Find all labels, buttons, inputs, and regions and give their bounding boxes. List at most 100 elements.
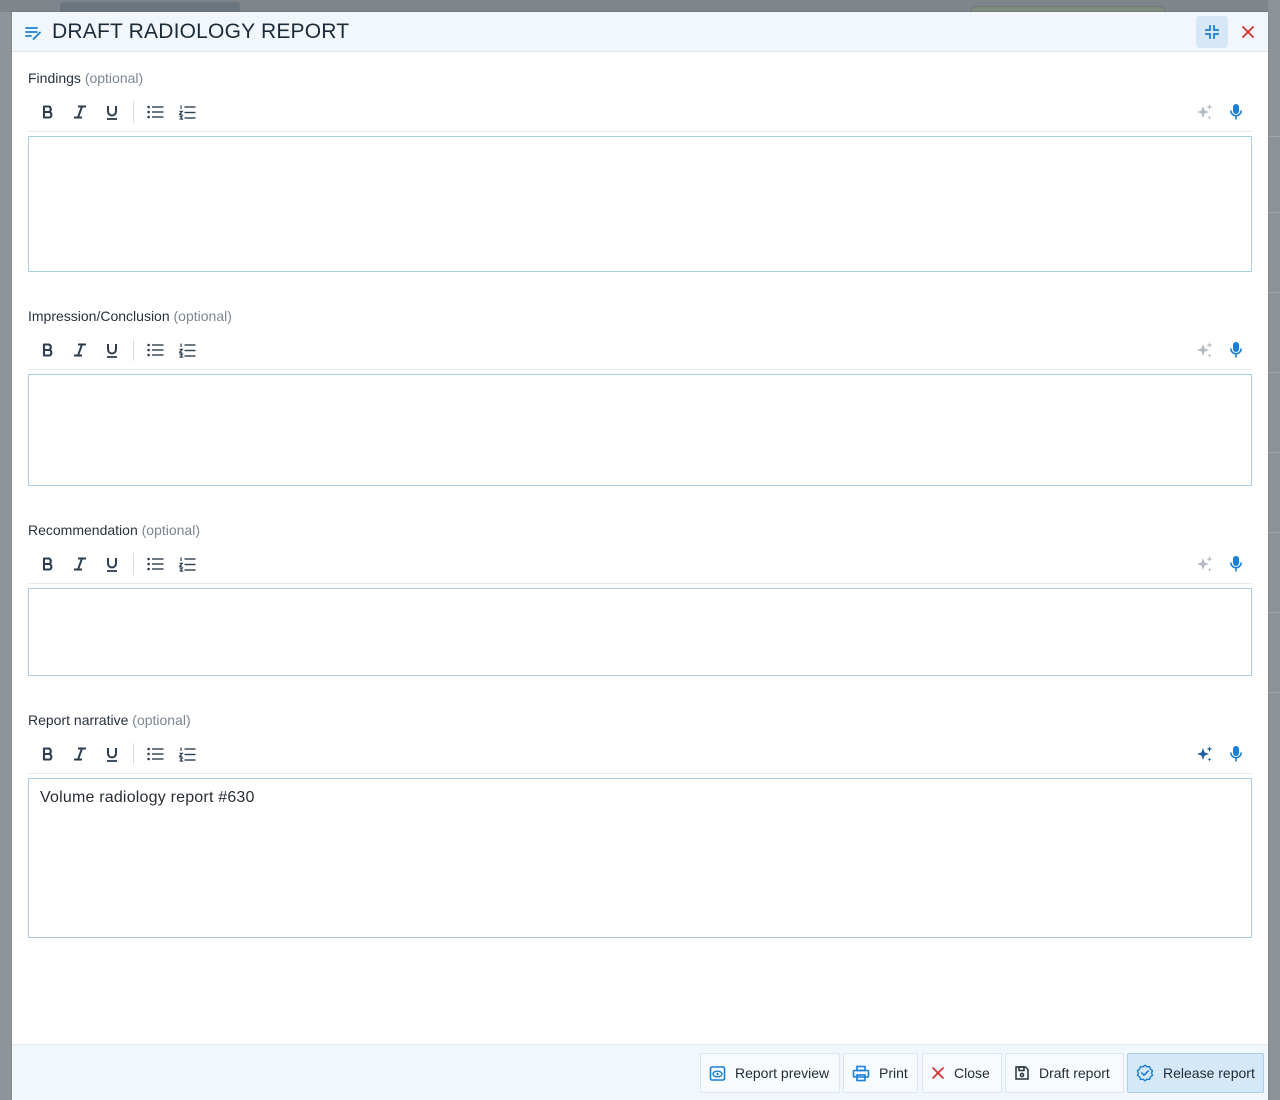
ai-sparkle-icon [1196,103,1212,119]
recommendation-section: Recommendation (optional) [28,520,1252,676]
preview-icon [709,1065,726,1081]
formatting-toolbar [28,330,1252,370]
italic-button[interactable] [68,338,92,362]
bold-button[interactable] [36,742,60,766]
italic-icon [74,747,86,761]
button-label: Draft report [1039,1065,1110,1081]
narrative-section: Report narrative (optional) Volume radio… [28,710,1252,938]
ai-assist-button[interactable] [1192,100,1216,124]
underline-icon [107,557,117,572]
collapse-icon [1205,25,1219,39]
underline-button[interactable] [100,100,124,124]
button-label: Report preview [735,1065,830,1081]
dictation-button[interactable] [1224,338,1248,362]
toolbar-divider [133,339,134,361]
print-button[interactable]: Print [843,1053,918,1093]
numbered-list-button[interactable] [175,742,199,766]
toolbar-divider [133,743,134,765]
backdrop-divider [1268,532,1280,533]
close-icon [932,1067,944,1079]
numbered-list-icon [178,747,195,762]
numbered-list-button[interactable] [175,338,199,362]
backdrop-divider [1268,292,1280,293]
underline-icon [107,747,117,762]
ai-assist-button[interactable] [1192,742,1216,766]
underline-button[interactable] [100,742,124,766]
italic-button[interactable] [68,552,92,576]
modal-title: DRAFT RADIOLOGY REPORT [52,20,350,43]
optional-hint: (optional) [84,70,144,86]
bullet-list-button[interactable] [143,338,167,362]
edit-note-icon [25,27,41,40]
ai-assist-button[interactable] [1192,338,1216,362]
italic-button[interactable] [68,742,92,766]
italic-icon [74,557,86,571]
release-report-button[interactable]: Release report [1127,1053,1264,1093]
button-label: Close [954,1065,990,1081]
bullet-list-icon [146,343,163,357]
close-button[interactable]: Close [922,1053,1002,1093]
formatting-toolbar [28,734,1252,774]
print-icon [852,1065,870,1081]
field-label: Report narrative (optional) [28,710,1252,730]
backdrop-divider [1268,452,1280,453]
modal-footer: Report preview Print Close Draft report … [12,1044,1268,1100]
italic-icon [74,105,86,119]
bullet-list-button[interactable] [143,552,167,576]
field-label: Recommendation (optional) [28,520,1252,540]
report-preview-button[interactable]: Report preview [700,1053,840,1093]
microphone-icon [1230,342,1242,358]
bold-button[interactable] [36,552,60,576]
bold-icon [42,105,53,119]
field-label: Findings (optional) [28,68,1252,88]
draft-report-modal: DRAFT RADIOLOGY REPORT Findings (optiona… [12,12,1268,1100]
numbered-list-icon [178,557,195,572]
draft-report-button[interactable]: Draft report [1005,1053,1124,1093]
minimize-button[interactable] [1196,16,1228,48]
impression-editor[interactable] [28,374,1252,486]
bold-icon [42,343,53,357]
microphone-icon [1230,104,1242,120]
label-text: Report narrative [28,712,129,728]
ai-sparkle-icon [1196,341,1212,357]
underline-button[interactable] [100,338,124,362]
recommendation-editor[interactable] [28,588,1252,676]
toolbar-divider [133,101,134,123]
bullet-list-button[interactable] [143,742,167,766]
ai-assist-button[interactable] [1192,552,1216,576]
bullet-list-icon [146,747,163,761]
bold-button[interactable] [36,338,60,362]
bold-icon [42,557,53,571]
backdrop-divider [1268,212,1280,213]
bullet-list-icon [146,105,163,119]
label-text: Impression/Conclusion [28,308,170,324]
button-label: Release report [1163,1065,1255,1081]
italic-button[interactable] [68,100,92,124]
bold-button[interactable] [36,100,60,124]
italic-icon [74,343,86,357]
narrative-editor[interactable]: Volume radiology report #630 [28,778,1252,938]
numbered-list-button[interactable] [175,552,199,576]
dictation-button[interactable] [1224,742,1248,766]
numbered-list-button[interactable] [175,100,199,124]
modal-close-button[interactable] [1232,16,1264,48]
backdrop-right-edge [1268,0,1280,1100]
numbered-list-icon [178,343,195,358]
ai-sparkle-icon [1196,555,1212,571]
findings-section: Findings (optional) [28,68,1252,272]
button-label: Print [879,1065,908,1081]
dictation-button[interactable] [1224,100,1248,124]
dictation-button[interactable] [1224,552,1248,576]
save-icon [1015,1066,1029,1080]
underline-icon [107,343,117,358]
optional-hint: (optional) [173,308,232,324]
microphone-icon [1230,556,1242,572]
close-icon [1242,26,1254,38]
optional-hint: (optional) [141,522,200,538]
bullet-list-button[interactable] [143,100,167,124]
underline-button[interactable] [100,552,124,576]
backdrop-divider [1268,692,1280,693]
numbered-list-icon [178,105,195,120]
modal-header: DRAFT RADIOLOGY REPORT [12,12,1268,52]
findings-editor[interactable] [28,136,1252,272]
